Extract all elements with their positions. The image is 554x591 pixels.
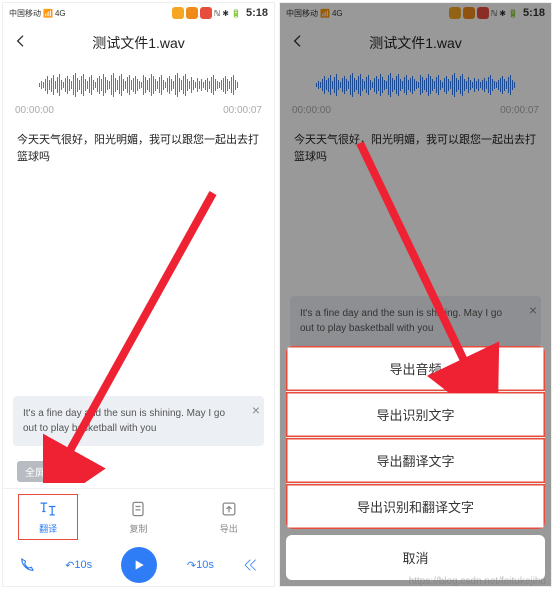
bluetooth-icon: ✱ <box>499 9 506 18</box>
notif-icon <box>463 7 475 19</box>
export-translation-text-option[interactable]: 导出翻译文字 <box>286 438 545 484</box>
translation-panel: × It's a fine day and the sun is shining… <box>13 396 264 446</box>
page-title: 测试文件1.wav <box>92 33 185 53</box>
time-row: 00:00:00 00:00:07 <box>3 103 274 124</box>
waveform[interactable] <box>3 63 274 103</box>
cancel-button[interactable]: 取消 <box>286 535 545 580</box>
time-row: 00:00:00 00:00:07 <box>280 103 551 124</box>
carrier-label: 中国移动 <box>286 8 318 19</box>
tool-label: 翻译 <box>39 522 57 535</box>
time-start: 00:00:00 <box>15 105 54 116</box>
bluetooth-icon: ✱ <box>222 9 229 18</box>
battery-icon: 🔋 <box>231 9 241 18</box>
time-end: 00:00:07 <box>223 105 262 116</box>
speed-button[interactable] <box>243 557 259 573</box>
time-end: 00:00:07 <box>500 105 539 116</box>
header: 测试文件1.wav <box>280 23 551 63</box>
translation-text: It's a fine day and the sun is shining. … <box>23 408 225 434</box>
battery-icon: 🔋 <box>508 9 518 18</box>
back-button[interactable] <box>290 33 310 53</box>
export-recognition-text-option[interactable]: 导出识别文字 <box>286 392 545 438</box>
close-icon[interactable]: × <box>529 300 537 321</box>
transcript-text: 今天天气很好，阳光明媚，我可以跟您一起出去打篮球吗 <box>280 124 551 173</box>
export-action-sheet: 导出音频 导出识别文字 导出翻译文字 导出识别和翻译文字 取消 <box>280 346 551 586</box>
close-icon[interactable]: × <box>252 400 260 421</box>
header: 测试文件1.wav <box>3 23 274 63</box>
time-start: 00:00:00 <box>292 105 331 116</box>
translation-text: It's a fine day and the sun is shining. … <box>300 308 502 334</box>
page-title: 测试文件1.wav <box>369 33 462 53</box>
watermark: https://blog.csdn.net/feitukejihu <box>409 576 546 587</box>
translate-button[interactable]: 翻译 <box>18 494 78 540</box>
notif-icon <box>477 7 489 19</box>
rewind-button[interactable]: ↶10s <box>65 559 92 572</box>
translation-panel: × It's a fine day and the sun is shining… <box>290 296 541 346</box>
back-button[interactable] <box>13 33 33 53</box>
forward-button[interactable]: ↷10s <box>187 559 214 572</box>
tool-label: 复制 <box>129 522 147 535</box>
notif-icon <box>186 7 198 19</box>
export-audio-option[interactable]: 导出音频 <box>286 346 545 392</box>
toolbar: 翻译 复制 导出 <box>3 488 274 544</box>
transcript-text: 今天天气很好，阳光明媚，我可以跟您一起出去打篮球吗 <box>3 124 274 173</box>
play-button[interactable] <box>121 547 157 583</box>
notif-icon <box>449 7 461 19</box>
phone-screen-right: 中国移动 📶4G ℕ ✱ 🔋 5:18 测试文件1.wav 00:00:00 0… <box>279 2 552 587</box>
phone-icon[interactable] <box>18 556 36 574</box>
clock: 5:18 <box>523 7 545 19</box>
translate-icon <box>38 499 58 519</box>
playbar: ↶10s ↷10s <box>3 544 274 586</box>
nfc-icon: ℕ <box>214 9 220 18</box>
tool-label: 导出 <box>220 522 238 535</box>
copy-button[interactable]: 复制 <box>108 499 168 535</box>
export-icon <box>219 499 239 519</box>
phone-screen-left: 中国移动 📶4G ℕ ✱ 🔋 5:18 测试文件1.wav 00:00:00 0… <box>2 2 275 587</box>
nfc-icon: ℕ <box>491 9 497 18</box>
carrier-label: 中国移动 <box>9 8 41 19</box>
fullscreen-button[interactable]: 全屏 <box>17 461 53 482</box>
status-bar: 中国移动 📶4G ℕ ✱ 🔋 5:18 <box>280 3 551 23</box>
export-both-text-option[interactable]: 导出识别和翻译文字 <box>286 484 545 529</box>
notif-icon <box>172 7 184 19</box>
export-button[interactable]: 导出 <box>199 499 259 535</box>
notif-icon <box>200 7 212 19</box>
clock: 5:18 <box>246 7 268 19</box>
status-bar: 中国移动 📶4G ℕ ✱ 🔋 5:18 <box>3 3 274 23</box>
waveform[interactable] <box>280 63 551 103</box>
copy-icon <box>128 499 148 519</box>
